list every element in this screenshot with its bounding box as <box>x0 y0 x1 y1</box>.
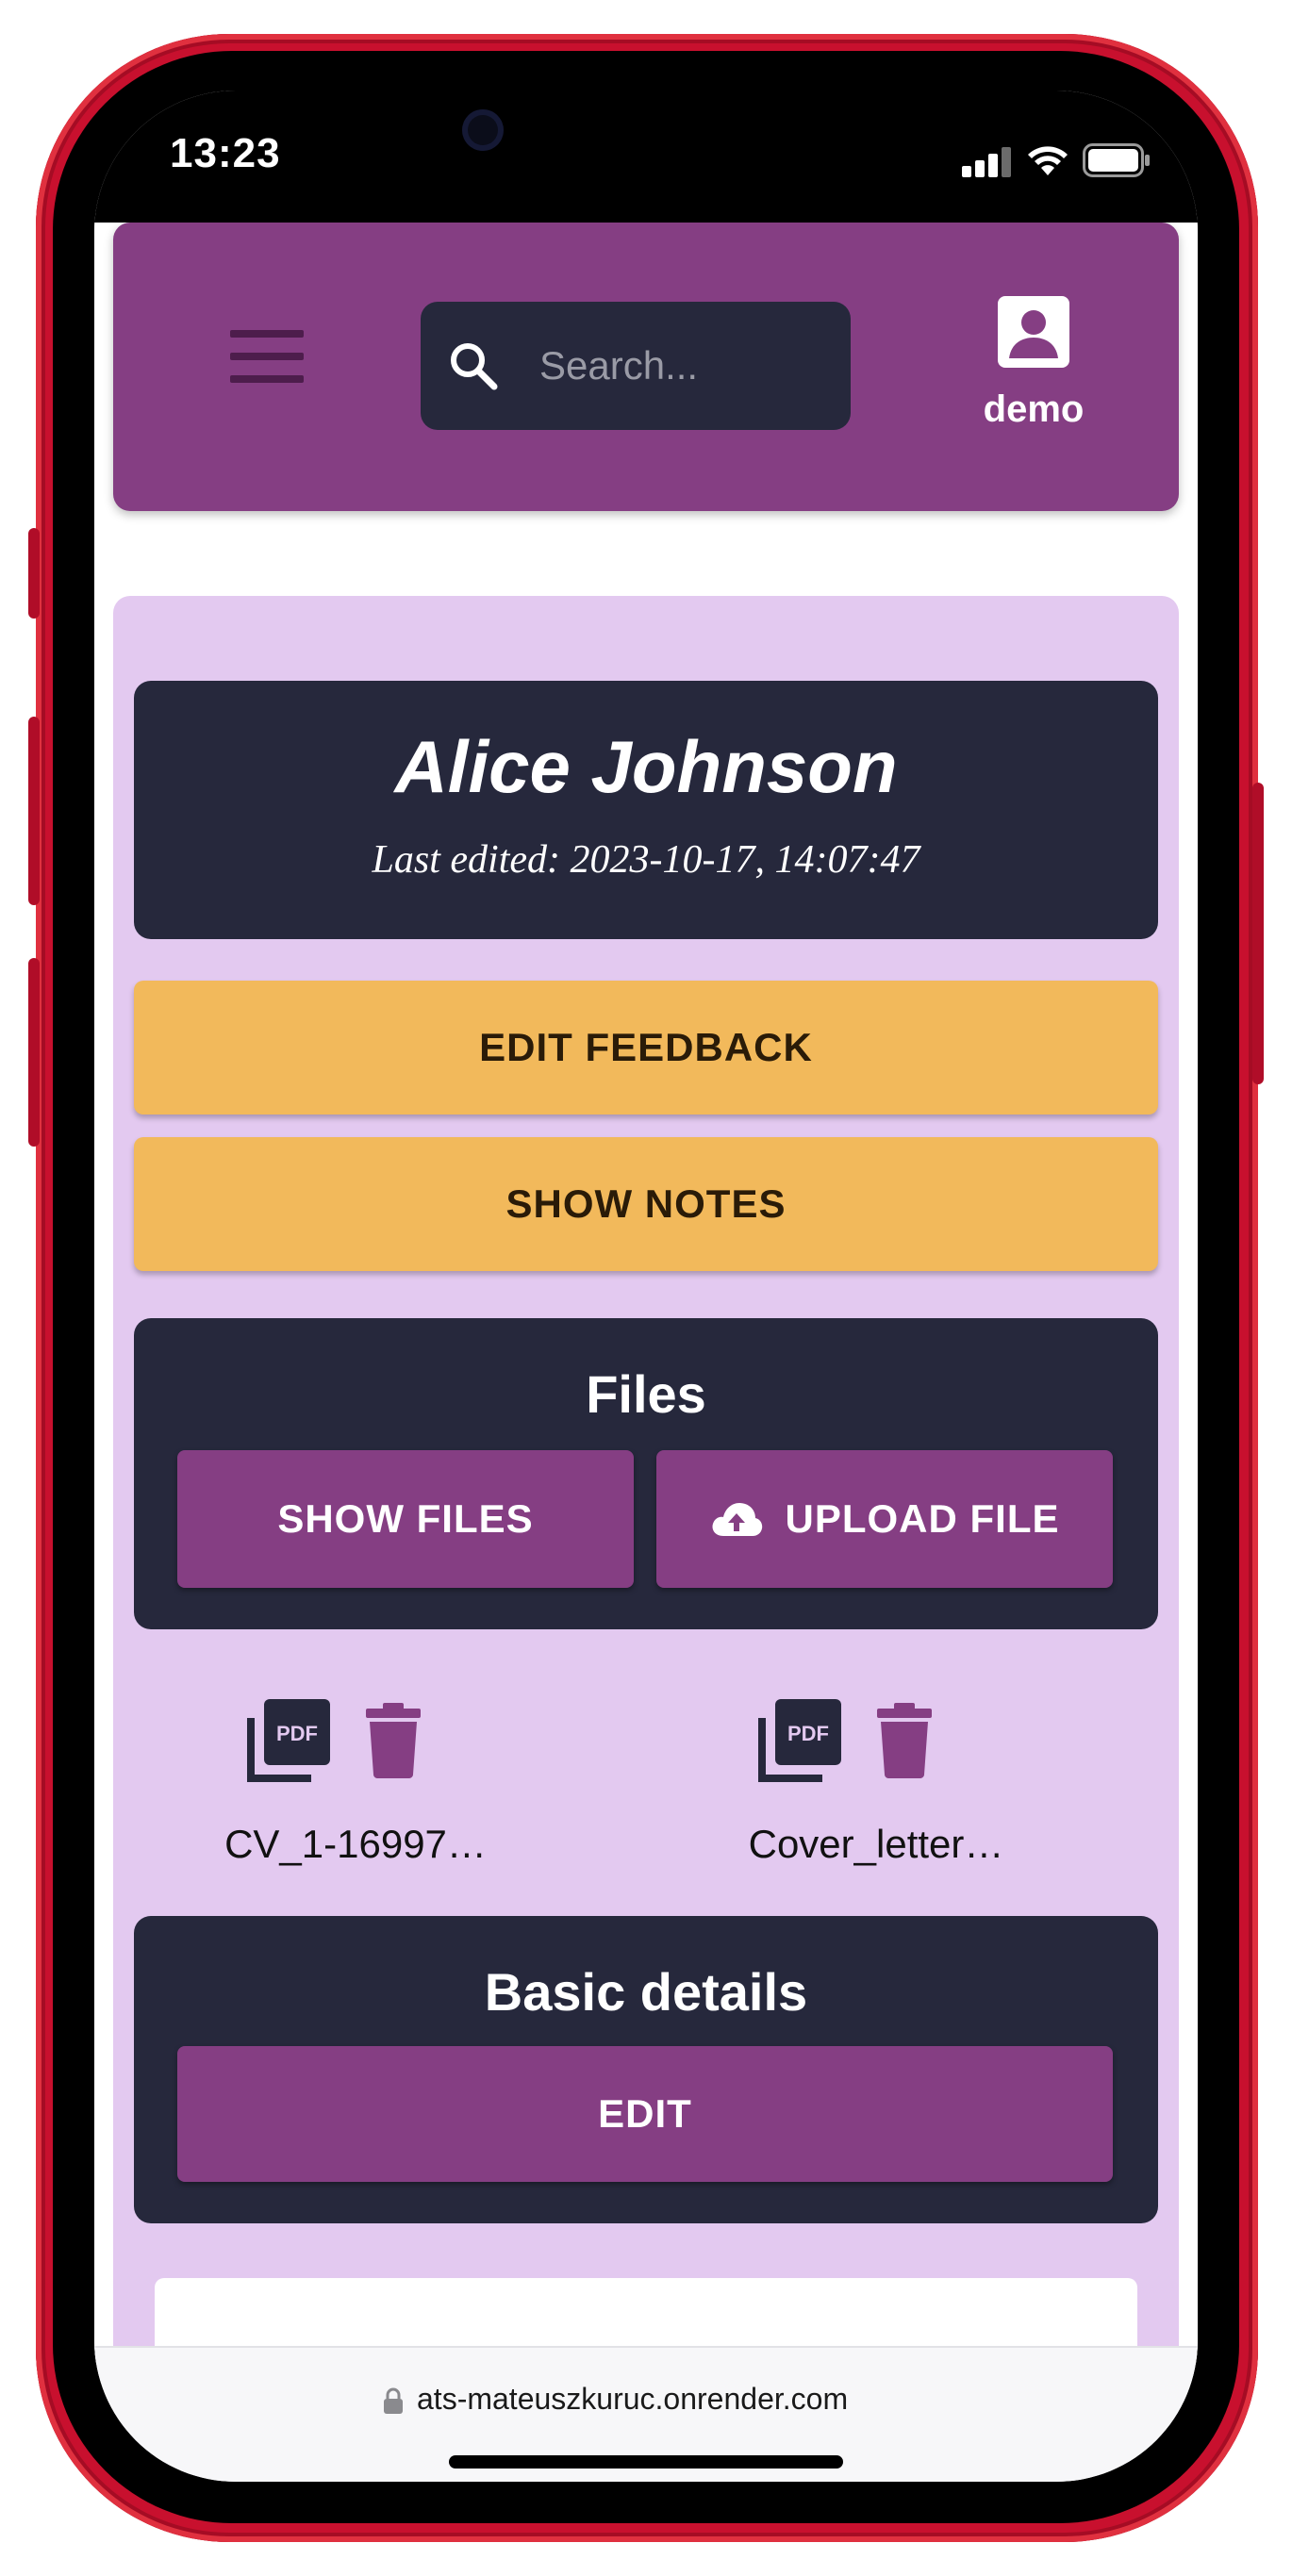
cellular-signal-icon <box>962 147 1013 177</box>
mute-switch <box>28 958 40 1147</box>
lock-icon <box>384 2387 403 2414</box>
show-files-button[interactable]: SHOW FILES <box>177 1450 634 1588</box>
hamburger-menu-icon[interactable] <box>230 330 304 383</box>
basic-details-title: Basic details <box>484 1962 808 2022</box>
web-page: Search... demo Alice Johnson Last edited… <box>94 223 1198 2467</box>
search-icon <box>451 343 498 390</box>
candidate-panel: Alice Johnson Last edited: 2023-10-17, 1… <box>113 596 1179 2467</box>
file-item: PDF CV_1-16997… <box>209 1699 587 1888</box>
file-item: PDF Cover_letter… <box>721 1699 1098 1888</box>
show-notes-button[interactable]: SHOW NOTES <box>134 1137 1158 1271</box>
volume-down-button <box>28 717 40 905</box>
candidate-name-card: Alice Johnson Last edited: 2023-10-17, 1… <box>134 681 1158 939</box>
svg-text:PDF: PDF <box>787 1722 829 1745</box>
browser-address-bar[interactable]: ats-mateuszkuruc.onrender.com <box>94 2346 1198 2482</box>
status-time: 13:23 <box>170 130 281 176</box>
camera-icon <box>462 109 504 151</box>
upload-file-label: UPLOAD FILE <box>785 1496 1060 1541</box>
battery-icon <box>1083 143 1150 177</box>
dynamic-island <box>413 91 879 192</box>
basic-details-section: Basic details EDIT <box>134 1916 1158 2223</box>
home-indicator[interactable] <box>449 2455 843 2469</box>
cloud-upload-icon <box>711 1503 762 1536</box>
upload-file-button[interactable]: UPLOAD FILE <box>656 1450 1113 1588</box>
files-section: Files SHOW FILES UPLOAD FILE <box>134 1318 1158 1629</box>
last-edited-label: Last edited: 2023-10-17, 14:07:47 <box>372 838 920 882</box>
search-placeholder: Search... <box>539 343 699 388</box>
status-bar: 13:23 <box>94 91 1198 223</box>
candidate-name: Alice Johnson <box>394 725 898 808</box>
app-header: Search... demo <box>113 223 1179 511</box>
account-box-icon[interactable] <box>998 296 1069 368</box>
pdf-file-icon[interactable]: PDF <box>247 1699 330 1782</box>
file-name[interactable]: Cover_letter… <box>721 1822 1032 1867</box>
screen: 13:23 Search... demo Alice Johnson Last … <box>94 91 1198 2482</box>
username-label[interactable]: demo <box>943 388 1124 431</box>
power-button <box>1252 783 1264 1084</box>
files-title: Files <box>586 1364 706 1424</box>
edit-basic-details-button[interactable]: EDIT <box>177 2046 1113 2182</box>
pdf-file-icon[interactable]: PDF <box>758 1699 841 1782</box>
edit-feedback-button[interactable]: EDIT FEEDBACK <box>134 981 1158 1115</box>
search-input[interactable]: Search... <box>421 302 851 430</box>
delete-trash-icon[interactable] <box>362 1703 424 1778</box>
volume-up-button <box>28 528 40 619</box>
file-name[interactable]: CV_1-16997… <box>209 1822 502 1867</box>
wifi-icon <box>1028 146 1068 175</box>
delete-trash-icon[interactable] <box>873 1703 936 1778</box>
url-text[interactable]: ats-mateuszkuruc.onrender.com <box>417 2382 848 2417</box>
svg-text:PDF: PDF <box>276 1722 318 1745</box>
